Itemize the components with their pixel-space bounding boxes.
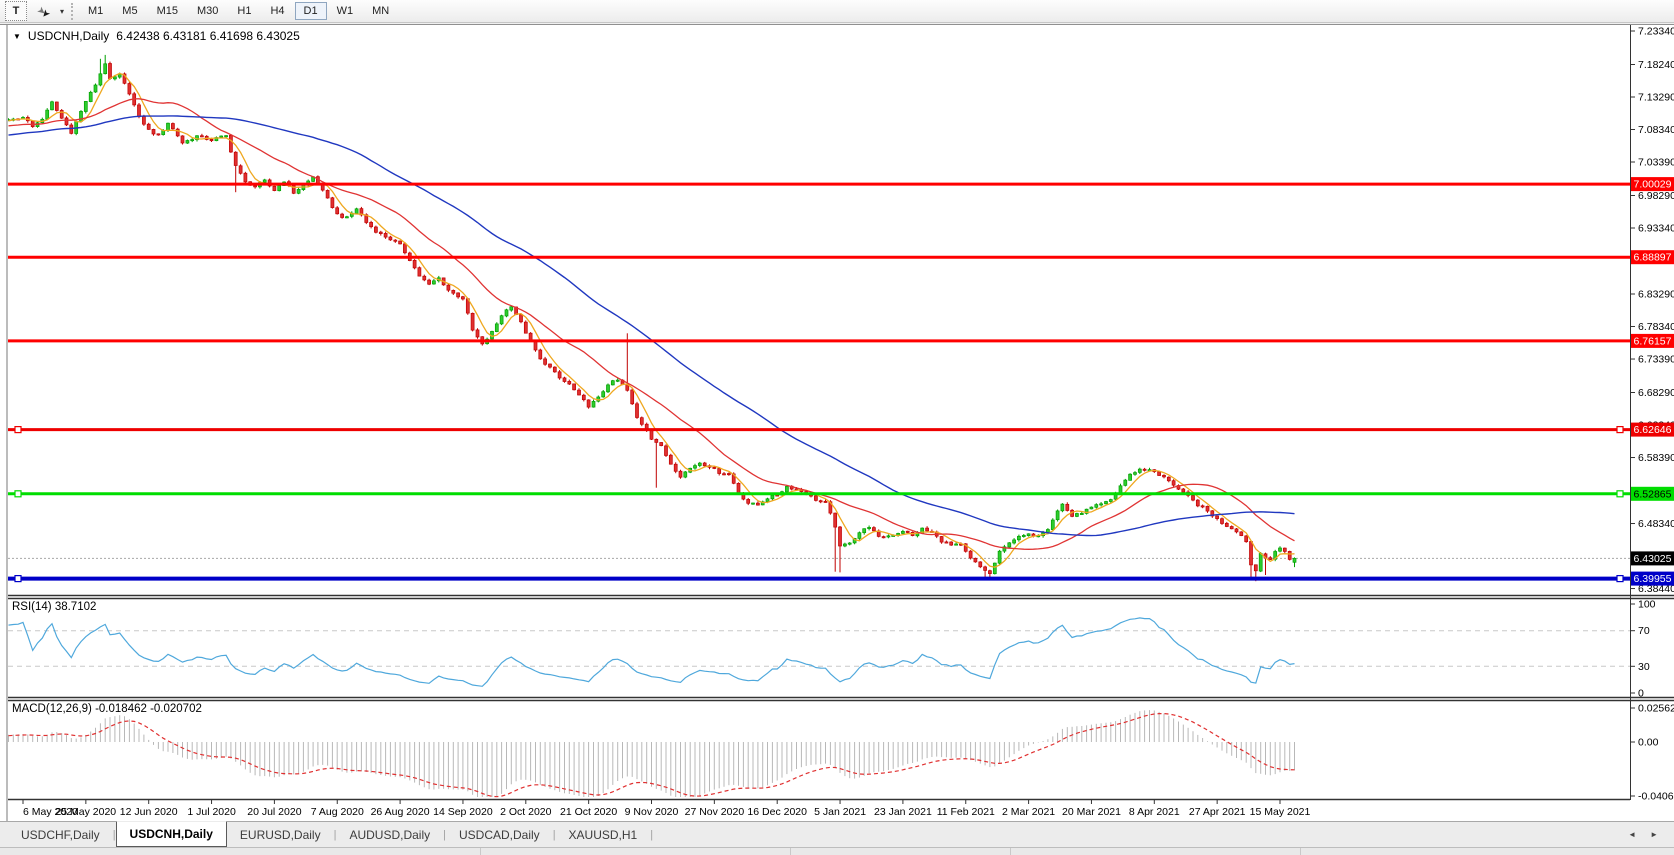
svg-text:27 Apr 2021: 27 Apr 2021 xyxy=(1189,806,1246,818)
chart-ohlc-values: 6.42438 6.43181 6.41698 6.43025 xyxy=(116,29,300,43)
timeframe-button-m15[interactable]: M15 xyxy=(148,2,187,20)
timeframe-button-w1[interactable]: W1 xyxy=(328,2,363,20)
timeframe-button-m30[interactable]: M30 xyxy=(188,2,227,20)
timeframe-button-m1[interactable]: M1 xyxy=(79,2,112,20)
svg-text:100: 100 xyxy=(1638,599,1656,611)
chart-canvas[interactable]: 7.23340 7.18240 7.13290 7.08340 7.03390 6.982… xyxy=(0,0,1674,854)
chart-tab-usdchf[interactable]: USDCHF,Daily xyxy=(8,822,113,847)
timeframe-button-mn[interactable]: MN xyxy=(363,2,398,20)
rsi-indicator-label: RSI(14) 38.7102 xyxy=(12,601,96,613)
svg-text:20 Mar 2021: 20 Mar 2021 xyxy=(1062,806,1121,818)
svg-text:14 Sep 2020: 14 Sep 2020 xyxy=(433,806,493,818)
svg-text:23 Jan 2021: 23 Jan 2021 xyxy=(874,806,932,818)
tab-scroll-left-icon[interactable]: ◄ xyxy=(1628,830,1636,839)
tab-separator: | xyxy=(650,822,653,847)
svg-text:6.58390: 6.58390 xyxy=(1638,452,1674,464)
chart-tab-eurusd[interactable]: EURUSD,Daily xyxy=(227,822,334,847)
timeframe-button-h1[interactable]: H1 xyxy=(228,2,260,20)
svg-text:8 Apr 2021: 8 Apr 2021 xyxy=(1129,806,1180,818)
svg-text:6.76157: 6.76157 xyxy=(1634,335,1672,347)
svg-text:30: 30 xyxy=(1638,661,1650,673)
tab-scroll-right-icon[interactable]: ► xyxy=(1650,830,1658,839)
text-tool-button[interactable]: T xyxy=(5,1,27,21)
svg-text:2 Oct 2020: 2 Oct 2020 xyxy=(500,806,552,818)
svg-text:20 Jul 2020: 20 Jul 2020 xyxy=(247,806,301,818)
svg-text:16 Dec 2020: 16 Dec 2020 xyxy=(747,806,807,818)
svg-text:6.83290: 6.83290 xyxy=(1638,289,1674,301)
svg-text:6.88897: 6.88897 xyxy=(1634,252,1672,264)
chart-symbol-label: USDCNH,Daily xyxy=(28,29,109,43)
svg-text:6.39955: 6.39955 xyxy=(1634,573,1672,585)
timeframe-button-h4[interactable]: H4 xyxy=(261,2,293,20)
macd-indicator-label: MACD(12,26,9) -0.018462 -0.020702 xyxy=(12,703,202,715)
chart-tab-bar: USDCHF,Daily|USDCNH,DailyEURUSD,Daily|AU… xyxy=(0,821,1674,847)
svg-text:6.93340: 6.93340 xyxy=(1638,223,1674,235)
chevron-down-icon[interactable]: ▾ xyxy=(60,7,64,16)
svg-text:7.13290: 7.13290 xyxy=(1638,92,1674,104)
svg-text:0: 0 xyxy=(1638,688,1644,700)
svg-text:6.43025: 6.43025 xyxy=(1634,553,1672,565)
timeframe-button-m5[interactable]: M5 xyxy=(113,2,146,20)
collapse-triangle-icon[interactable]: ▼ xyxy=(13,32,21,41)
svg-text:9 Nov 2020: 9 Nov 2020 xyxy=(625,806,679,818)
svg-text:27 Nov 2020: 27 Nov 2020 xyxy=(685,806,745,818)
svg-text:0.025623: 0.025623 xyxy=(1638,702,1674,714)
chart-tab-usdcnh[interactable]: USDCNH,Daily xyxy=(116,821,227,847)
svg-text:6.68290: 6.68290 xyxy=(1638,387,1674,399)
svg-text:21 Oct 2020: 21 Oct 2020 xyxy=(560,806,617,818)
svg-text:26 Aug 2020: 26 Aug 2020 xyxy=(371,806,430,818)
svg-text:0.00: 0.00 xyxy=(1638,737,1659,749)
svg-text:6.73390: 6.73390 xyxy=(1638,354,1674,366)
chart-tab-audusd[interactable]: AUDUSD,Daily xyxy=(336,822,443,847)
cursor-tool-button[interactable]: ➤ ➤ xyxy=(30,2,56,20)
svg-text:15 May 2021: 15 May 2021 xyxy=(1250,806,1311,818)
svg-text:11 Feb 2021: 11 Feb 2021 xyxy=(937,806,995,818)
svg-text:-0.040687: -0.040687 xyxy=(1638,790,1674,802)
timeframe-button-group: M1M5M15M30H1H4D1W1MN xyxy=(79,2,399,20)
svg-text:12 Jun 2020: 12 Jun 2020 xyxy=(120,806,178,818)
toolbar-grip xyxy=(71,3,73,20)
svg-text:6.52865: 6.52865 xyxy=(1634,488,1672,500)
svg-text:6.78340: 6.78340 xyxy=(1638,321,1674,333)
svg-text:6.48340: 6.48340 xyxy=(1638,518,1674,530)
svg-text:2 Mar 2021: 2 Mar 2021 xyxy=(1002,806,1055,818)
svg-text:5 Jan 2021: 5 Jan 2021 xyxy=(814,806,866,818)
svg-text:7.00029: 7.00029 xyxy=(1634,179,1672,191)
svg-text:1 Jul 2020: 1 Jul 2020 xyxy=(187,806,236,818)
chart-tab-usdcad[interactable]: USDCAD,Daily xyxy=(446,822,553,847)
svg-text:6.62646: 6.62646 xyxy=(1634,424,1672,436)
svg-text:6.98290: 6.98290 xyxy=(1638,190,1674,202)
text-tool-label: T xyxy=(13,5,20,17)
chart-title: ▼ USDCNH,Daily 6.42438 6.43181 6.41698 6… xyxy=(13,29,300,43)
svg-text:70: 70 xyxy=(1638,625,1650,637)
svg-text:7.03390: 7.03390 xyxy=(1638,157,1674,169)
top-toolbar: T ➤ ➤ ▾ M1M5M15M30H1H4D1W1MN xyxy=(0,0,1674,23)
svg-text:7.23340: 7.23340 xyxy=(1638,26,1674,38)
svg-text:25 May 2020: 25 May 2020 xyxy=(55,806,116,818)
svg-text:7 Aug 2020: 7 Aug 2020 xyxy=(311,806,364,818)
svg-text:7.08340: 7.08340 xyxy=(1638,124,1674,136)
svg-text:7.18240: 7.18240 xyxy=(1638,59,1674,71)
chart-tab-xauusd[interactable]: XAUUSD,H1 xyxy=(556,822,651,847)
timeframe-button-d1[interactable]: D1 xyxy=(295,2,327,20)
